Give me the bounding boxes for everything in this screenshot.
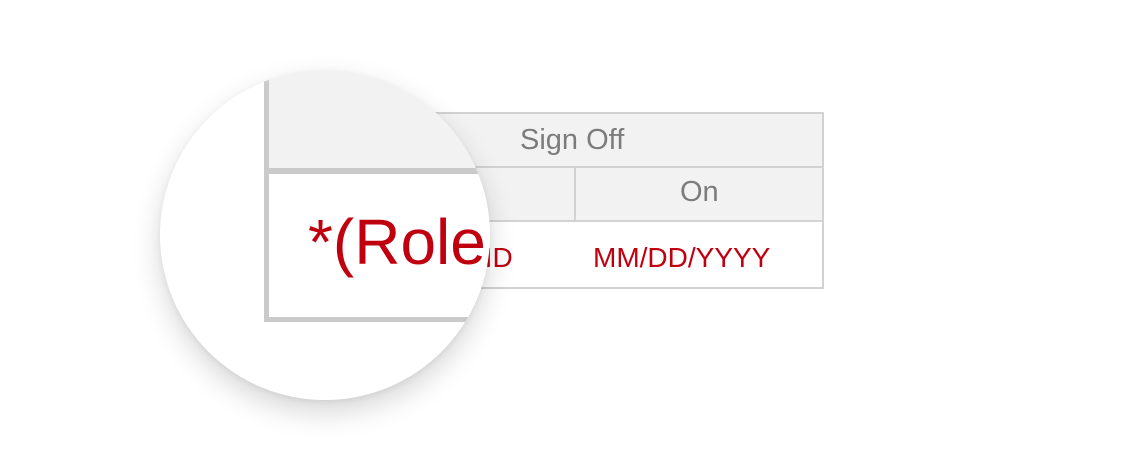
magnified-role-text: *(Role [308,206,486,278]
date-placeholder: MM/DD/YYYY [593,242,771,273]
column-divider [574,168,576,220]
signoff-header-label: Sign Off [520,124,625,156]
magnified-row-border [264,168,490,174]
magnified-bottom-border [264,317,490,322]
magnified-left-border [264,70,269,322]
magnified-header-cell [269,70,490,168]
on-column-header: On [680,176,719,208]
magnifier-lens: *(Role [160,70,490,400]
